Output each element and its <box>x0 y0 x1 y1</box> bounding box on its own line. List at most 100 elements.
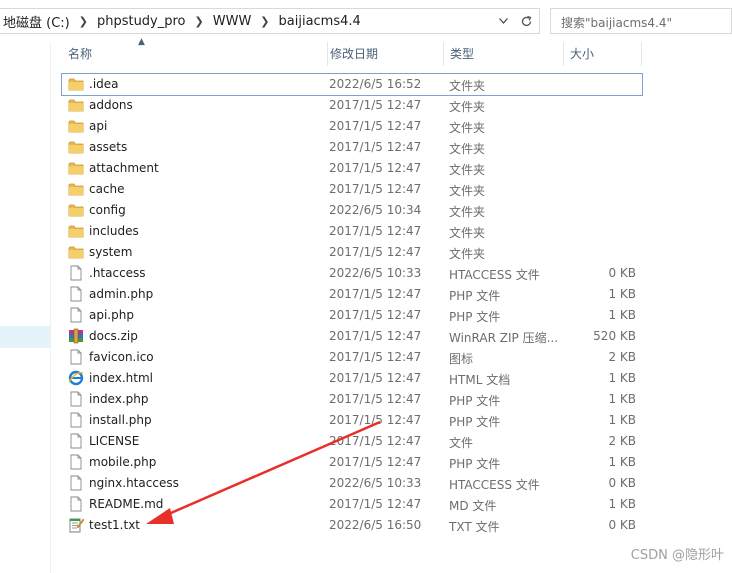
file-date: 2017/1/5 12:47 <box>329 350 422 364</box>
breadcrumb-drive[interactable]: 地磁盘 (C:) <box>0 12 73 31</box>
file-row[interactable]: favicon.ico 2017/1/5 12:47 图标 2 KB <box>62 347 642 368</box>
file-date: 2017/1/5 12:47 <box>329 245 422 259</box>
file-type: PHP 文件 <box>449 310 501 324</box>
search-box[interactable]: 搜索"baijiacms4.4" <box>550 8 732 34</box>
file-date: 2017/1/5 12:47 <box>329 182 422 196</box>
breadcrumb-www[interactable]: WWW <box>210 14 255 29</box>
breadcrumb-separator-icon[interactable]: ❯ <box>189 15 210 28</box>
column-header-name[interactable]: 名称 <box>62 42 328 66</box>
sort-ascending-icon: ▲ <box>138 37 145 47</box>
file-row[interactable]: api.php 2017/1/5 12:47 PHP 文件 1 KB <box>62 305 642 326</box>
file-row[interactable]: docs.zip 2017/1/5 12:47 WinRAR ZIP 压缩... 52… <box>62 326 642 347</box>
file-list: .idea 2022/6/5 16:52 文件夹 addons 2017/1/5 12:… <box>61 73 643 536</box>
file-row[interactable]: install.php 2017/1/5 12:47 PHP 文件 1 KB <box>62 410 642 431</box>
column-header-type[interactable]: 类型 <box>444 42 564 66</box>
file-name: install.php <box>89 413 152 427</box>
file-type: 文件夹 <box>449 205 486 219</box>
breadcrumb-separator-icon[interactable]: ❯ <box>73 15 94 28</box>
file-row[interactable]: attachment 2017/1/5 12:47 文件夹 <box>62 158 642 179</box>
file-row[interactable]: index.php 2017/1/5 12:47 PHP 文件 1 KB <box>62 389 642 410</box>
refresh-icon[interactable] <box>515 9 537 33</box>
file-size: 2 KB <box>608 434 636 448</box>
history-dropdown-icon[interactable] <box>492 9 514 33</box>
file-name: docs.zip <box>89 329 138 343</box>
file-icon <box>68 454 84 470</box>
file-name: .idea <box>89 77 119 91</box>
file-date: 2017/1/5 12:47 <box>329 287 422 301</box>
file-size: 1 KB <box>608 308 636 322</box>
file-row[interactable]: .htaccess 2022/6/5 10:33 HTACCESS 文件 0 KB <box>62 263 642 284</box>
file-icon <box>68 286 84 302</box>
file-row[interactable]: test1.txt 2022/6/5 16:50 TXT 文件 0 KB <box>62 515 642 536</box>
file-icon <box>68 265 84 281</box>
file-row[interactable]: system 2017/1/5 12:47 文件夹 <box>62 242 642 263</box>
file-icon <box>68 412 84 428</box>
file-size: 0 KB <box>608 476 636 490</box>
file-row[interactable]: mobile.php 2017/1/5 12:47 PHP 文件 1 KB <box>62 452 642 473</box>
file-name: README.md <box>89 497 164 511</box>
folder-icon <box>68 223 84 239</box>
breadcrumb-phpstudy[interactable]: phpstudy_pro <box>94 14 189 29</box>
file-size: 0 KB <box>608 266 636 280</box>
folder-icon <box>68 97 84 113</box>
file-row[interactable]: .idea 2022/6/5 16:52 文件夹 <box>61 73 643 96</box>
zip-icon <box>68 328 84 344</box>
file-name: assets <box>89 140 128 154</box>
file-size: 520 KB <box>593 329 636 343</box>
navigation-pane[interactable] <box>0 42 51 573</box>
file-row[interactable]: nginx.htaccess 2022/6/5 10:33 HTACCESS 文件 0… <box>62 473 642 494</box>
column-header-date[interactable]: 修改日期 <box>324 42 444 66</box>
file-name: api <box>89 119 108 133</box>
file-name: addons <box>89 98 133 112</box>
file-date: 2017/1/5 12:47 <box>329 455 422 469</box>
file-row[interactable]: config 2022/6/5 10:34 文件夹 <box>62 200 642 221</box>
file-row[interactable]: cache 2017/1/5 12:47 文件夹 <box>62 179 642 200</box>
file-type: PHP 文件 <box>449 289 501 303</box>
file-row[interactable]: api 2017/1/5 12:47 文件夹 <box>62 116 642 137</box>
file-row[interactable]: includes 2017/1/5 12:47 文件夹 <box>62 221 642 242</box>
file-name: config <box>89 203 126 217</box>
file-name: cache <box>89 182 125 196</box>
file-row[interactable]: README.md 2017/1/5 12:47 MD 文件 1 KB <box>62 494 642 515</box>
navigation-selected-item[interactable] <box>0 326 50 348</box>
breadcrumb-separator-icon[interactable]: ❯ <box>254 15 275 28</box>
file-type: PHP 文件 <box>449 394 501 408</box>
file-name: index.php <box>89 392 149 406</box>
file-name: nginx.htaccess <box>89 476 179 490</box>
file-type: TXT 文件 <box>449 520 500 534</box>
file-type: 文件夹 <box>449 184 486 198</box>
file-type: 文件夹 <box>449 226 486 240</box>
file-type: 文件夹 <box>449 79 486 93</box>
file-size: 2 KB <box>608 350 636 364</box>
file-date: 2017/1/5 12:47 <box>329 371 422 385</box>
folder-icon <box>68 160 84 176</box>
file-type: 文件夹 <box>449 142 486 156</box>
file-date: 2017/1/5 12:47 <box>329 329 422 343</box>
file-name: attachment <box>89 161 159 175</box>
file-date: 2017/1/5 12:47 <box>329 161 422 175</box>
search-input[interactable]: 搜索"baijiacms4.4" <box>561 14 672 31</box>
file-date: 2017/1/5 12:47 <box>329 413 422 427</box>
file-row[interactable]: index.html 2017/1/5 12:47 HTML 文档 1 KB <box>62 368 642 389</box>
file-row[interactable]: assets 2017/1/5 12:47 文件夹 <box>62 137 642 158</box>
file-date: 2022/6/5 16:50 <box>329 518 422 532</box>
file-date: 2022/6/5 16:52 <box>329 77 422 91</box>
file-type: MD 文件 <box>449 499 497 513</box>
file-icon <box>68 307 84 323</box>
file-row[interactable]: LICENSE 2017/1/5 12:47 文件 2 KB <box>62 431 642 452</box>
address-bar[interactable]: 地磁盘 (C:) ❯ phpstudy_pro ❯ WWW ❯ baijiacm… <box>0 8 540 34</box>
file-type: 文件 <box>449 436 474 450</box>
file-row[interactable]: admin.php 2017/1/5 12:47 PHP 文件 1 KB <box>62 284 642 305</box>
file-row[interactable]: addons 2017/1/5 12:47 文件夹 <box>62 95 642 116</box>
file-name: index.html <box>89 371 153 385</box>
watermark: CSDN @隐形叶 <box>630 548 724 563</box>
file-type: 文件夹 <box>449 100 486 114</box>
file-icon <box>68 349 84 365</box>
column-header-size[interactable]: 大小 <box>564 42 642 66</box>
file-date: 2017/1/5 12:47 <box>329 224 422 238</box>
breadcrumb: 地磁盘 (C:) ❯ phpstudy_pro ❯ WWW ❯ baijiacm… <box>0 9 364 33</box>
file-icon <box>68 475 84 491</box>
folder-icon <box>68 139 84 155</box>
file-icon <box>68 391 84 407</box>
breadcrumb-current[interactable]: baijiacms4.4 <box>276 14 364 29</box>
